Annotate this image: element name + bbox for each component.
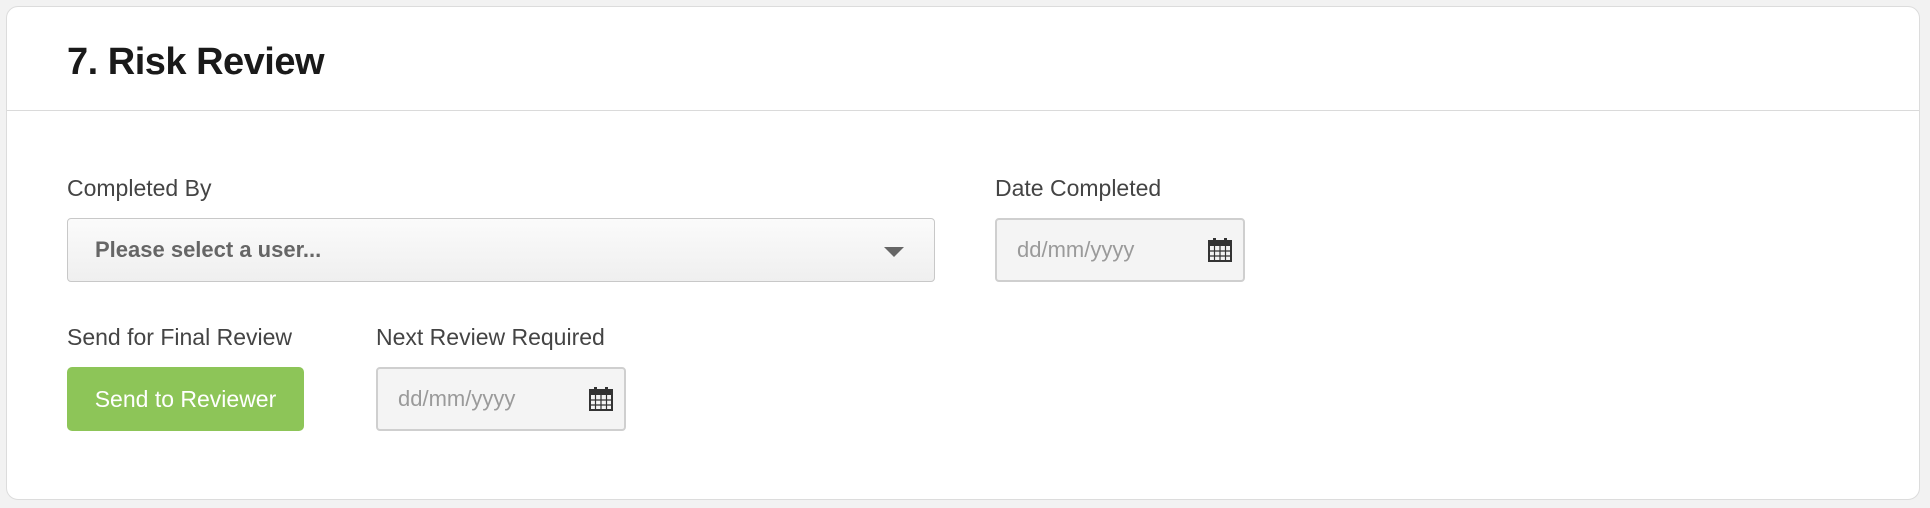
completed-by-select[interactable]: Please select a user... bbox=[67, 218, 935, 282]
calendar-icon[interactable] bbox=[588, 386, 614, 412]
completed-by-selected-value: Please select a user... bbox=[95, 237, 322, 262]
final-review-label: Send for Final Review bbox=[67, 324, 292, 350]
date-completed-input[interactable] bbox=[997, 220, 1197, 280]
card-header: 7. Risk Review bbox=[7, 7, 1919, 111]
calendar-icon[interactable] bbox=[1207, 237, 1233, 263]
next-review-label: Next Review Required bbox=[376, 324, 605, 350]
date-completed-field bbox=[995, 218, 1245, 282]
risk-review-card: 7. Risk Review Completed By Please selec… bbox=[6, 6, 1920, 500]
next-review-input[interactable] bbox=[378, 369, 578, 429]
next-review-field bbox=[376, 367, 626, 431]
caret-down-icon bbox=[884, 247, 904, 257]
section-title: 7. Risk Review bbox=[67, 41, 325, 83]
completed-by-label: Completed By bbox=[67, 175, 212, 201]
date-completed-label: Date Completed bbox=[995, 175, 1162, 201]
send-to-reviewer-button[interactable]: Send to Reviewer bbox=[67, 367, 304, 431]
